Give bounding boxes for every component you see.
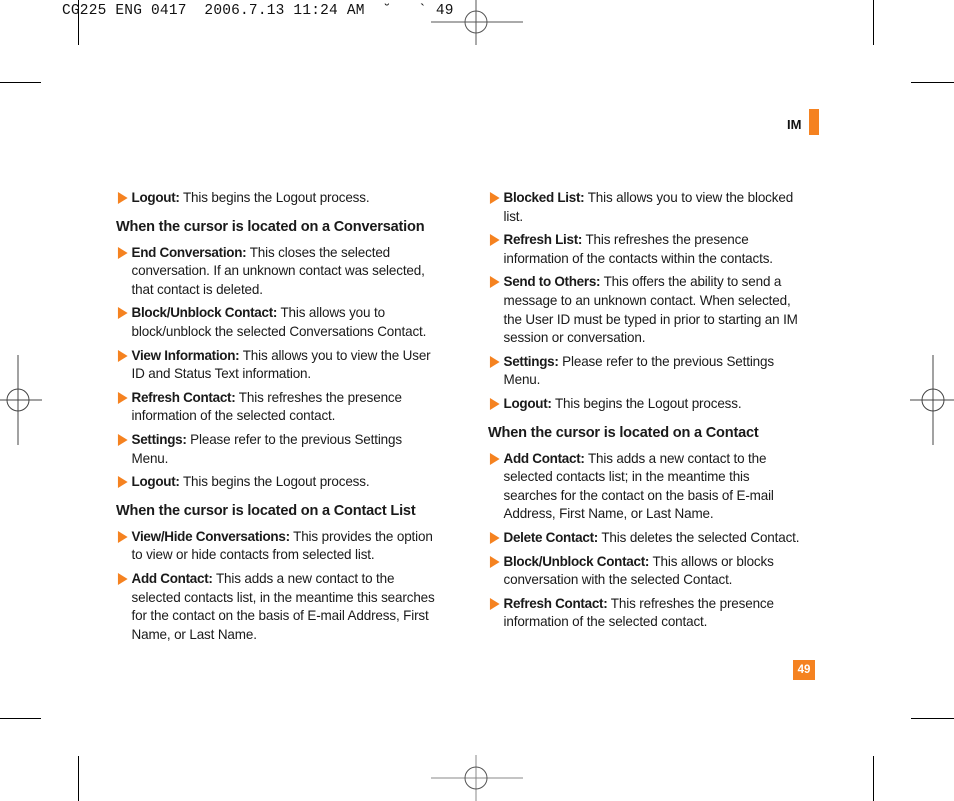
crop-mark [78,0,79,45]
list-item: Refresh Contact: This refreshes the pres… [116,388,442,425]
item-term: View/Hide Conversations: [131,527,291,544]
list-item: Logout: This begins the Logout process. [116,472,442,491]
item-term: Add Contact: [131,569,213,586]
section-heading: When the cursor is located on a Conversa… [116,217,425,235]
item-term: Refresh List: [503,231,583,248]
bullet-arrow-icon [489,555,500,568]
list-item: Refresh Contact: This refreshes the pres… [488,594,802,631]
item-term: Logout: [503,394,552,411]
print-slug: CG225 ENG 0417 2006.7.13 11:24 AM ˘ ` 49 [62,3,454,19]
list-item: Refresh List: This refreshes the presenc… [488,230,802,267]
list-item: Block/Unblock Contact: This allows or bl… [488,552,802,589]
item-term: Settings: [131,430,187,447]
page-number: 49 [793,660,815,680]
item-term: Send to Others: [503,273,601,290]
item-term: Block/Unblock Contact: [131,304,278,321]
crop-mark [0,82,41,83]
item-term: Delete Contact: [503,528,599,545]
list-item: Block/Unblock Contact: This allows you t… [116,303,442,340]
item-term: Logout: [131,189,180,205]
item-term: Add Contact: [503,449,585,466]
right-column: Blocked List: This allows you to view th… [488,188,812,636]
bullet-arrow-icon [117,349,128,362]
item-term: Logout: [131,473,180,490]
item-desc: This begins the Logout process. [179,189,370,205]
item-term: Blocked List: [503,189,585,205]
list-item: Delete Contact: This deletes the selecte… [488,528,802,547]
bullet-arrow-icon [489,192,500,204]
bullet-arrow-icon [489,276,500,289]
registration-mark-icon [910,355,954,445]
bullet-arrow-icon [489,452,500,465]
section-tag: IM [787,117,802,132]
section-tag-bar [809,109,819,135]
left-column: Logout: This begins the Logout process. … [116,188,452,648]
item-term: Refresh Contact: [131,388,236,405]
list-item: Send to Others: This offers the ability … [488,272,802,346]
list-item: Add Contact: This adds a new contact to … [116,569,442,643]
item-term: Block/Unblock Contact: [503,552,650,569]
bullet-arrow-icon [489,531,500,544]
registration-mark-icon [431,0,523,45]
item-term: Settings: [503,352,559,369]
crop-mark [911,718,954,719]
bullet-arrow-icon [489,355,500,368]
bullet-arrow-icon [117,530,128,543]
item-desc: This begins the Logout process. [179,473,370,490]
bullet-arrow-icon [117,433,128,446]
item-term: End Conversation: [131,243,247,260]
item-term: Refresh Contact: [503,594,608,611]
list-item: Blocked List: This allows you to view th… [488,188,802,225]
list-item: Logout: This begins the Logout process. [488,394,802,413]
bullet-arrow-icon [489,597,500,610]
crop-mark [873,0,874,45]
bullet-arrow-icon [489,234,500,247]
list-item: View/Hide Conversations: This provides t… [116,527,442,564]
item-term: View Information: [131,346,240,363]
list-item: Add Contact: This adds a new contact to … [488,449,802,523]
section-heading: When the cursor is located on a Contact [488,423,759,441]
registration-mark-icon [431,755,523,801]
crop-mark [0,718,41,719]
item-desc: This deletes the selected Contact. [597,528,800,545]
crop-mark [911,82,954,83]
list-item: View Information: This allows you to vie… [116,346,442,383]
bullet-arrow-icon [117,476,128,489]
bullet-arrow-icon [117,192,128,204]
list-item: Settings: Please refer to the previous S… [116,430,442,467]
bullet-arrow-icon [489,397,500,410]
item-desc: This begins the Logout process. [551,394,742,411]
bullet-arrow-icon [117,572,128,585]
list-item: Logout: This begins the Logout process. [116,188,442,207]
bullet-arrow-icon [117,307,128,320]
crop-mark [78,756,79,801]
section-heading: When the cursor is located on a Contact … [116,501,416,519]
list-item: Settings: Please refer to the previous S… [488,352,802,389]
bullet-arrow-icon [117,391,128,404]
registration-mark-icon [0,355,42,445]
list-item: End Conversation: This closes the select… [116,243,442,299]
bullet-arrow-icon [117,246,128,259]
crop-mark [873,756,874,801]
